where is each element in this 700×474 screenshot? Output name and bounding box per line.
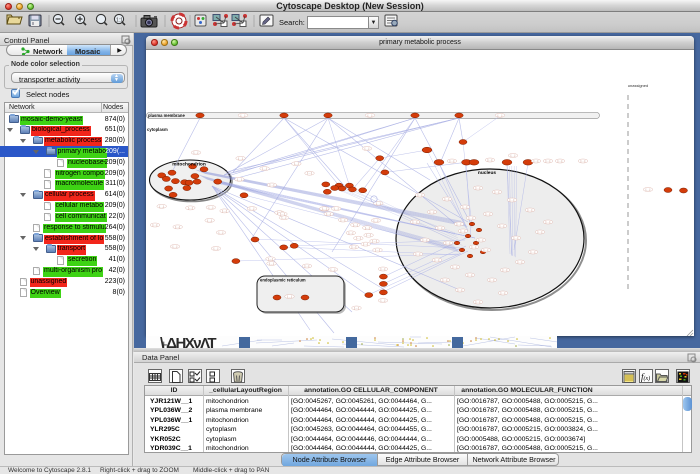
svg-text:nucleus: nucleus <box>478 170 496 176</box>
svg-text:[....]: [....] <box>175 225 180 229</box>
svg-text:[....]: [....] <box>241 113 246 117</box>
svg-text:[....]: [....] <box>498 113 503 117</box>
svg-text:[....]: [....] <box>445 197 450 201</box>
svg-text:[....]: [....] <box>365 147 370 151</box>
svg-text:plasma membrane: plasma membrane <box>148 113 185 118</box>
svg-text:[....]: [....] <box>511 154 516 158</box>
svg-text:[....]: [....] <box>222 209 227 213</box>
svg-text:[....]: [....] <box>484 248 489 252</box>
svg-text:[....]: [....] <box>322 207 327 211</box>
svg-text:[....]: [....] <box>472 245 477 249</box>
svg-text:[....]: [....] <box>262 167 267 171</box>
svg-text:[....]: [....] <box>365 226 370 230</box>
svg-text:[....]: [....] <box>646 188 651 192</box>
svg-text:[....]: [....] <box>518 260 523 264</box>
svg-text:[....]: [....] <box>368 113 373 117</box>
svg-text:[....]: [....] <box>468 273 473 277</box>
svg-text:[....]: [....] <box>413 220 418 224</box>
svg-text:[....]: [....] <box>488 158 493 162</box>
svg-text:[....]: [....] <box>479 238 484 242</box>
svg-text:[....]: [....] <box>510 198 515 202</box>
svg-text:[....]: [....] <box>269 262 274 266</box>
svg-text:[....]: [....] <box>353 223 358 227</box>
svg-text:[....]: [....] <box>381 299 386 303</box>
svg-text:cytoplasm: cytoplasm <box>147 127 168 132</box>
svg-text:[....]: [....] <box>366 233 371 237</box>
svg-text:[....]: [....] <box>476 186 481 190</box>
svg-text:[....]: [....] <box>503 268 508 272</box>
svg-text:[....]: [....] <box>376 201 381 205</box>
svg-text:[....]: [....] <box>490 278 495 282</box>
svg-text:[....]: [....] <box>209 205 214 209</box>
svg-text:[....]: [....] <box>514 236 519 240</box>
svg-text:[....]: [....] <box>423 238 428 242</box>
svg-text:[....]: [....] <box>194 151 199 155</box>
svg-text:[....]: [....] <box>463 205 468 209</box>
svg-text:f(x): f(x) <box>641 372 650 382</box>
svg-text:[....]: [....] <box>435 258 440 262</box>
svg-text:[....]: [....] <box>581 159 586 163</box>
svg-text:mitochondrion: mitochondrion <box>172 162 206 168</box>
svg-text:[....]: [....] <box>457 222 462 226</box>
svg-text:[....]: [....] <box>282 216 287 220</box>
svg-text:[....]: [....] <box>214 247 219 251</box>
svg-text:[....]: [....] <box>458 288 463 292</box>
svg-text:[....]: [....] <box>305 264 310 268</box>
svg-text:[....]: [....] <box>188 206 193 210</box>
svg-text:[....]: [....] <box>307 171 312 175</box>
svg-text:[....]: [....] <box>438 226 443 230</box>
svg-text:[....]: [....] <box>237 177 242 181</box>
svg-text:[....]: [....] <box>495 190 500 194</box>
svg-text:[....]: [....] <box>546 220 551 224</box>
svg-text:[....]: [....] <box>352 245 357 249</box>
svg-text:[....]: [....] <box>270 183 275 187</box>
svg-text:[....]: [....] <box>500 224 505 228</box>
svg-text:[....]: [....] <box>354 306 359 310</box>
svg-text:[....]: [....] <box>331 268 336 272</box>
svg-text:[....]: [....] <box>418 193 423 197</box>
svg-text:[....]: [....] <box>469 216 474 220</box>
svg-text:[....]: [....] <box>268 257 273 261</box>
svg-text:[....]: [....] <box>375 248 380 252</box>
svg-text:[....]: [....] <box>476 300 481 304</box>
svg-text:[....]: [....] <box>528 208 533 212</box>
svg-text:[....]: [....] <box>538 230 543 234</box>
svg-text:[....]: [....] <box>486 212 491 216</box>
svg-text:[....]: [....] <box>363 242 368 246</box>
svg-text:[....]: [....] <box>349 231 354 235</box>
svg-text:[....]: [....] <box>334 207 339 211</box>
svg-text:[....]: [....] <box>558 159 563 163</box>
svg-text:[....]: [....] <box>450 159 455 163</box>
svg-text:[....]: [....] <box>446 241 451 245</box>
svg-text:[....]: [....] <box>207 218 212 222</box>
svg-text:[....]: [....] <box>531 250 536 254</box>
svg-text:1:1: 1:1 <box>116 18 123 24</box>
svg-text:[....]: [....] <box>374 219 379 223</box>
svg-text:[....]: [....] <box>326 212 331 216</box>
svg-text:[....]: [....] <box>453 265 458 269</box>
svg-text:\˫ΔΗΧνΛΤ: \˫ΔΗΧνΛΤ <box>160 336 216 348</box>
svg-text:[....]: [....] <box>372 239 377 243</box>
svg-text:[....]: [....] <box>250 207 255 211</box>
svg-text:[....]: [....] <box>159 204 164 208</box>
svg-text:[....]: [....] <box>461 229 466 233</box>
svg-text:[....]: [....] <box>153 223 158 227</box>
svg-text:[....]: [....] <box>356 236 361 240</box>
svg-text:[....]: [....] <box>430 210 435 214</box>
svg-text:[....]: [....] <box>280 212 285 216</box>
svg-text:[....]: [....] <box>173 245 178 249</box>
svg-text:[....]: [....] <box>416 252 421 256</box>
svg-text:[....]: [....] <box>238 156 243 160</box>
svg-text:[....]: [....] <box>294 162 299 166</box>
svg-text:endoplasmic reticulum: endoplasmic reticulum <box>260 278 306 283</box>
svg-text:[....]: [....] <box>287 295 292 299</box>
svg-text:[....]: [....] <box>443 278 448 282</box>
svg-text:[....]: [....] <box>219 231 224 235</box>
svg-text:[....]: [....] <box>534 159 539 163</box>
svg-text:unassigned: unassigned <box>628 83 648 88</box>
svg-text:[....]: [....] <box>341 218 346 222</box>
svg-text:[....]: [....] <box>381 267 386 271</box>
svg-text:[....]: [....] <box>501 291 506 295</box>
svg-text:[....]: [....] <box>546 159 551 163</box>
